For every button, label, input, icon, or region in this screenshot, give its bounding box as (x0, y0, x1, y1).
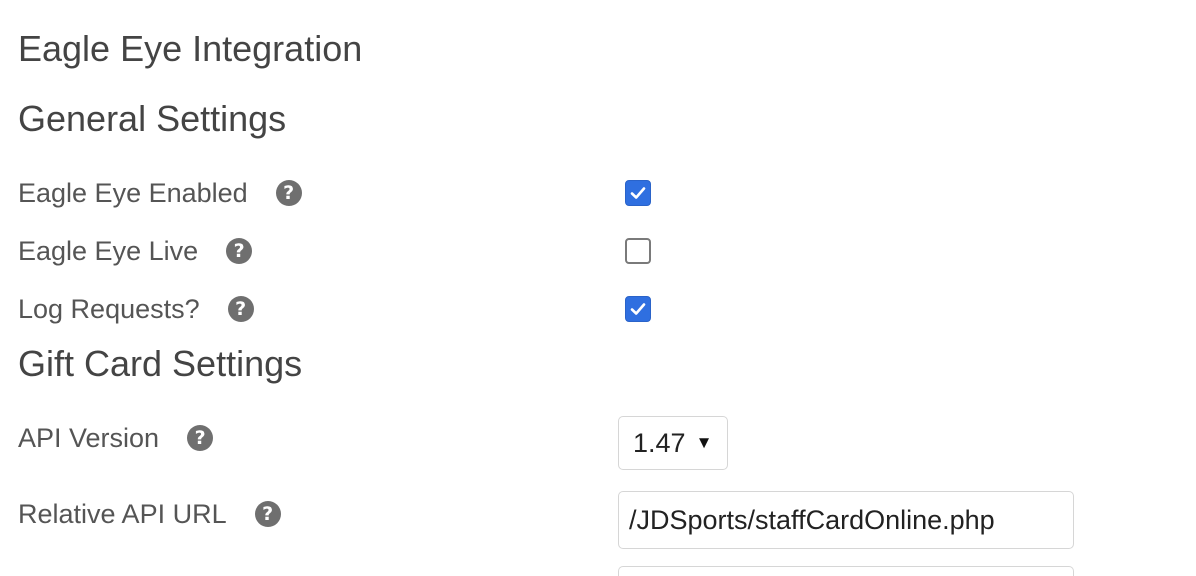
help-icon[interactable]: ? (187, 425, 214, 451)
relative-api-url-input[interactable] (618, 491, 1074, 549)
log-requests-checkbox[interactable] (625, 296, 651, 322)
gift-card-settings-heading: Gift Card Settings (18, 343, 303, 384)
help-icon[interactable]: ? (254, 501, 281, 527)
checkmark-icon (630, 303, 646, 315)
setting-row-api-version: API Version ? 1.47 ▼ (18, 416, 1178, 470)
setting-row-log-requests: Log Requests? ? (18, 289, 1178, 329)
api-version-label: API Version (18, 422, 160, 453)
api-version-selected-value: 1.47 (633, 427, 686, 458)
api-version-select[interactable]: 1.47 ▼ (618, 416, 728, 470)
chevron-down-icon: ▼ (695, 433, 713, 452)
general-settings-heading: General Settings (18, 98, 287, 139)
eagle-eye-enabled-checkbox[interactable] (625, 180, 651, 206)
help-icon[interactable]: ? (226, 238, 253, 264)
eagle-eye-live-label: Eagle Eye Live (18, 235, 199, 266)
eagle-eye-live-checkbox[interactable] (625, 238, 651, 264)
next-input-partial[interactable] (618, 566, 1074, 576)
setting-row-relative-api-url: Relative API URL ? (18, 491, 1178, 549)
eagle-eye-enabled-label: Eagle Eye Enabled (18, 177, 248, 208)
setting-row-eagle-eye-live: Eagle Eye Live ? (18, 231, 1178, 271)
relative-api-url-label: Relative API URL (18, 498, 227, 529)
log-requests-label: Log Requests? (18, 293, 200, 324)
page-title: Eagle Eye Integration (18, 28, 363, 69)
help-icon[interactable]: ? (227, 296, 254, 322)
checkmark-icon (630, 187, 646, 199)
help-icon[interactable]: ? (275, 180, 302, 206)
setting-row-eagle-eye-enabled: Eagle Eye Enabled ? (18, 173, 1178, 213)
